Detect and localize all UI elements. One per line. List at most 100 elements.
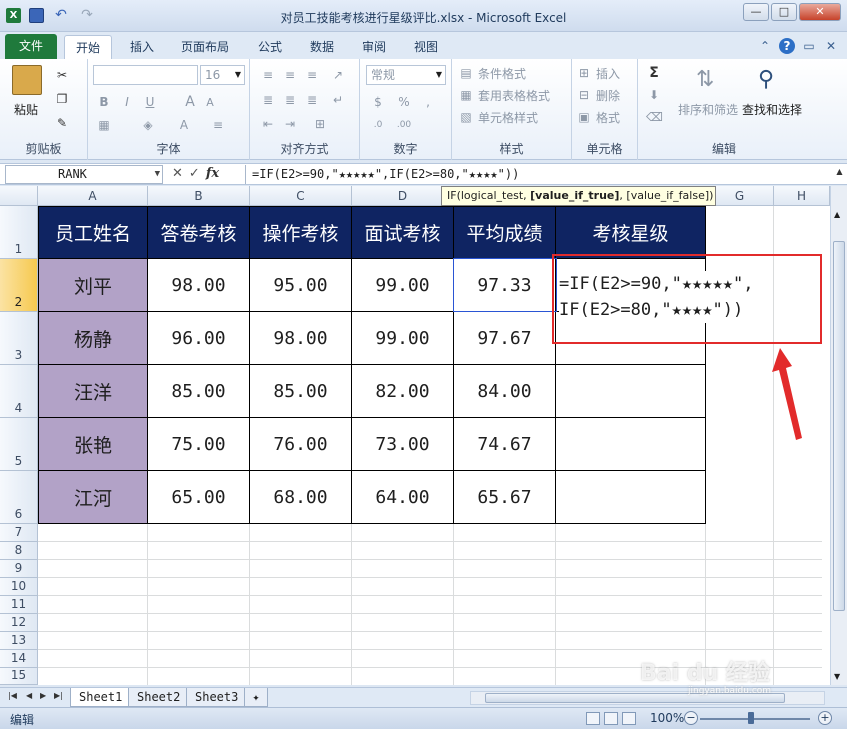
header-cell-operation[interactable]: 操作考核 — [250, 206, 352, 259]
format-cells-button[interactable]: 格式 — [596, 109, 620, 126]
first-sheet-icon[interactable]: |◀ — [8, 691, 17, 700]
tab-formulas[interactable]: 公式 — [250, 35, 290, 59]
align-right-icon[interactable]: ≣ — [304, 92, 320, 108]
zoom-in-icon[interactable]: + — [818, 711, 832, 725]
tab-home[interactable]: 开始 — [64, 35, 112, 59]
font-size-combo[interactable]: 16 ▼ — [200, 65, 245, 85]
table-cell-name[interactable]: 张艳 — [38, 418, 148, 471]
sheet-tab-sheet3[interactable]: Sheet3 — [186, 688, 248, 707]
table-cell[interactable]: 75.00 — [148, 418, 250, 471]
table-cell[interactable]: 99.00 — [352, 259, 454, 312]
align-center-icon[interactable]: ≣ — [282, 92, 298, 108]
row-header-11[interactable]: 11 — [0, 596, 38, 614]
prev-sheet-icon[interactable]: ◀ — [26, 691, 32, 700]
zoom-level[interactable]: 100% — [650, 711, 684, 725]
minimize-button[interactable]: — — [743, 3, 769, 21]
clear-icon[interactable]: ⌫ — [646, 109, 663, 125]
row-header-2[interactable]: 2 — [0, 259, 38, 312]
table-cell-name[interactable]: 刘平 — [38, 259, 148, 312]
tab-insert[interactable]: 插入 — [120, 35, 164, 59]
table-cell[interactable]: 64.00 — [352, 471, 454, 524]
name-box[interactable]: RANK ▼ — [5, 165, 163, 184]
tab-file[interactable]: 文件 — [5, 34, 57, 59]
row-header-3[interactable]: 3 — [0, 312, 38, 365]
close-workbook-icon[interactable]: ✕ — [823, 38, 839, 54]
table-cell[interactable]: 98.00 — [148, 259, 250, 312]
row-header-7[interactable]: 7 — [0, 524, 38, 542]
column-header-a[interactable]: A — [38, 186, 148, 206]
fill-color-icon[interactable]: ◈ — [140, 117, 156, 133]
sheet-tab-sheet1[interactable]: Sheet1 — [70, 688, 132, 707]
tab-review[interactable]: 审阅 — [354, 35, 394, 59]
column-header-b[interactable]: B — [148, 186, 250, 206]
row-header-15[interactable]: 15 — [0, 668, 38, 685]
align-bottom-icon[interactable]: ≡ — [304, 67, 320, 83]
select-all-corner[interactable] — [0, 186, 38, 206]
normal-view-icon[interactable] — [586, 712, 600, 725]
italic-icon[interactable]: I — [119, 94, 135, 110]
grow-font-icon[interactable]: A — [182, 94, 198, 110]
table-cell[interactable]: 65.67 — [454, 471, 556, 524]
delete-cells-button[interactable]: 删除 — [596, 87, 620, 104]
tooltip-current-arg[interactable]: [value_if_true] — [530, 189, 619, 202]
scroll-up-icon[interactable]: ▲ — [834, 210, 840, 219]
insert-function-icon[interactable]: fx — [206, 166, 219, 181]
tab-view[interactable]: 视图 — [406, 35, 446, 59]
last-sheet-icon[interactable]: ▶| — [54, 691, 63, 700]
table-cell-rating[interactable] — [556, 471, 706, 524]
sheet-tab-sheet2[interactable]: Sheet2 — [128, 688, 190, 707]
merge-center-icon[interactable]: ⊞ — [312, 116, 328, 132]
horizontal-scrollbar[interactable] — [470, 691, 825, 705]
row-header-12[interactable]: 12 — [0, 614, 38, 632]
conditional-format-button[interactable]: 条件格式 — [478, 65, 526, 82]
tab-data[interactable]: 数据 — [302, 35, 342, 59]
restore-icon[interactable]: ▭ — [801, 38, 817, 54]
header-cell-written[interactable]: 答卷考核 — [148, 206, 250, 259]
column-header-h[interactable]: H — [774, 186, 830, 206]
fill-icon[interactable]: ⬇ — [646, 87, 662, 103]
table-cell-rating[interactable] — [556, 418, 706, 471]
column-header-c[interactable]: C — [250, 186, 352, 206]
table-cell[interactable]: 99.00 — [352, 312, 454, 365]
cut-icon[interactable]: ✂ — [54, 67, 70, 83]
page-break-view-icon[interactable] — [622, 712, 636, 725]
row-header-8[interactable]: 8 — [0, 542, 38, 560]
header-cell-interview[interactable]: 面试考核 — [352, 206, 454, 259]
ribbon-minimize-icon[interactable]: ⌃ — [757, 38, 773, 54]
decrease-indent-icon[interactable]: ⇤ — [260, 116, 276, 132]
sort-filter-button[interactable]: 排序和筛选 — [678, 101, 738, 118]
table-cell[interactable]: 68.00 — [250, 471, 352, 524]
check-icon[interactable]: ✓ — [189, 166, 200, 181]
align-left-icon[interactable]: ≣ — [260, 92, 276, 108]
chevron-down-icon[interactable]: ▼ — [155, 166, 160, 183]
cancel-icon[interactable]: ✕ — [172, 166, 183, 181]
table-cell-name[interactable]: 汪洋 — [38, 365, 148, 418]
border-icon[interactable]: ▦ — [96, 117, 112, 133]
worksheet-grid[interactable]: A B C D E F G H 1 2 3 4 5 6 7 8 9 10 11 … — [0, 186, 847, 685]
page-layout-view-icon[interactable] — [604, 712, 618, 725]
table-cell[interactable]: 84.00 — [454, 365, 556, 418]
wrap-text-icon[interactable]: ↵ — [330, 92, 346, 108]
row-header-4[interactable]: 4 — [0, 365, 38, 418]
formula-input[interactable]: =IF(E2>=90,"★★★★★",IF(E2>=80,"★★★★")) — [245, 165, 833, 184]
table-cell-rating[interactable] — [556, 365, 706, 418]
new-sheet-icon[interactable]: ✦ — [244, 688, 268, 707]
paste-button[interactable]: 粘贴 — [14, 101, 38, 118]
scroll-down-icon[interactable]: ▼ — [834, 672, 840, 681]
font-color-icon[interactable]: A — [176, 117, 192, 133]
table-cell[interactable]: 85.00 — [250, 365, 352, 418]
expand-formula-bar-icon[interactable]: ▲ — [834, 167, 845, 182]
paste-icon[interactable] — [12, 65, 42, 95]
find-select-button[interactable]: 查找和选择 — [742, 101, 802, 118]
table-cell[interactable]: 97.67 — [454, 312, 556, 365]
align-top-icon[interactable]: ≡ — [260, 67, 276, 83]
increase-indent-icon[interactable]: ⇥ — [282, 116, 298, 132]
table-cell[interactable]: 95.00 — [250, 259, 352, 312]
font-name-combo[interactable] — [93, 65, 198, 85]
vertical-scroll-thumb[interactable] — [833, 241, 845, 611]
help-icon[interactable]: ? — [779, 38, 795, 54]
phonetic-icon[interactable]: ≡ — [210, 117, 226, 133]
column-header-g[interactable]: G — [706, 186, 774, 206]
format-as-table-button[interactable]: 套用表格格式 — [478, 87, 550, 104]
autosum-icon[interactable]: Σ — [646, 65, 662, 81]
